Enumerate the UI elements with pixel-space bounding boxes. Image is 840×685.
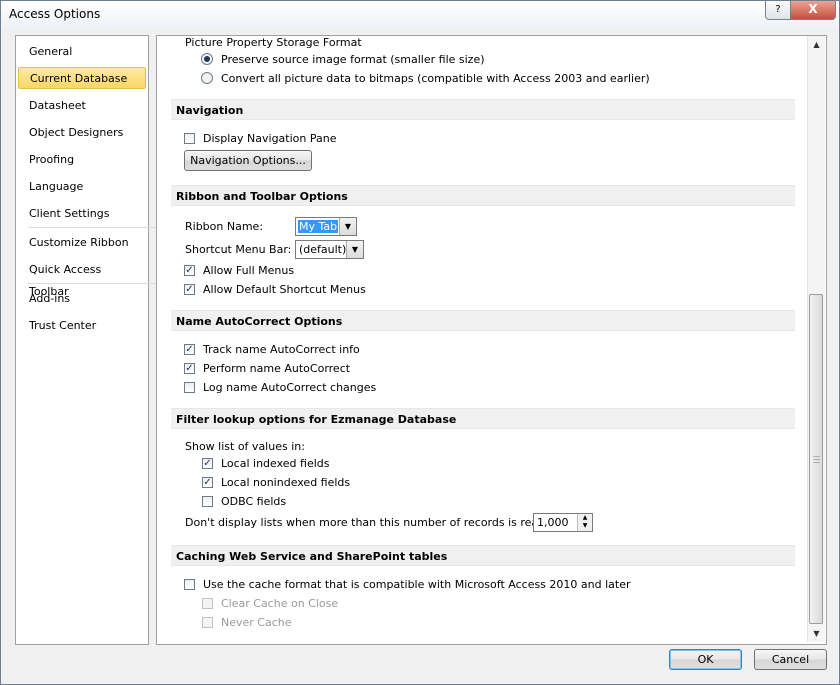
- help-button[interactable]: ?: [765, 1, 791, 20]
- access-options-dialog: Access Options ? X General Current Datab…: [0, 0, 840, 685]
- ribbon-name-combo[interactable]: My Tab ▼: [295, 217, 357, 236]
- records-limit-value: 1,000: [537, 516, 569, 529]
- use-cache-format-label: Use the cache format that is compatible …: [203, 578, 631, 591]
- spin-down-icon[interactable]: ▼: [583, 522, 588, 529]
- radio-convert-bitmaps[interactable]: [201, 72, 213, 84]
- scrollbar-thumb[interactable]: — — —: [809, 294, 823, 624]
- nav-separator: [28, 283, 156, 284]
- spinner-arrows[interactable]: ▲ ▼: [577, 514, 592, 531]
- perform-autocorrect-label: Perform name AutoCorrect: [203, 362, 351, 375]
- odbc-fields-label: ODBC fields: [221, 495, 287, 508]
- local-indexed-checkbox[interactable]: ✓: [202, 458, 213, 469]
- local-nonindexed-checkbox[interactable]: ✓: [202, 477, 213, 488]
- never-cache-label: Never Cache: [221, 616, 292, 629]
- grip-icon: — — —: [813, 452, 820, 466]
- radio-preserve-format[interactable]: [201, 53, 213, 65]
- local-nonindexed-label: Local nonindexed fields: [221, 476, 351, 489]
- spin-up-icon[interactable]: ▲: [583, 514, 588, 521]
- section-ribbon-header: Ribbon and Toolbar Options: [171, 185, 795, 206]
- display-navigation-pane-label: Display Navigation Pane: [203, 132, 337, 145]
- shortcut-menu-bar-combo[interactable]: (default) ▼: [295, 240, 364, 259]
- nav-item-client-settings[interactable]: Client Settings: [18, 203, 144, 225]
- show-list-label: Show list of values in:: [185, 440, 305, 453]
- navigation-options-button[interactable]: Navigation Options...: [184, 150, 312, 171]
- display-navigation-pane-checkbox[interactable]: [184, 133, 195, 144]
- ok-button[interactable]: OK: [669, 649, 742, 670]
- log-autocorrect-checkbox[interactable]: [184, 382, 195, 393]
- window-title: Access Options: [9, 7, 101, 21]
- nav-item-language[interactable]: Language: [18, 176, 144, 198]
- shortcut-menu-bar-value: (default): [299, 243, 347, 256]
- records-limit-spinner[interactable]: 1,000 ▲ ▼: [533, 513, 593, 532]
- allow-full-menus-label: Allow Full Menus: [203, 264, 295, 277]
- use-cache-format-checkbox[interactable]: [184, 579, 195, 590]
- ribbon-name-label: Ribbon Name:: [185, 220, 264, 233]
- chevron-down-icon[interactable]: ▼: [346, 241, 363, 258]
- nav-separator: [28, 227, 156, 228]
- clear-cache-checkbox[interactable]: [202, 598, 213, 609]
- perform-autocorrect-checkbox[interactable]: ✓: [184, 363, 195, 374]
- track-autocorrect-checkbox[interactable]: ✓: [184, 344, 195, 355]
- nav-item-current-database[interactable]: Current Database: [18, 67, 146, 89]
- picture-storage-heading: Picture Property Storage Format: [185, 36, 362, 49]
- clear-cache-label: Clear Cache on Close: [221, 597, 339, 610]
- radio-selected-dot: [204, 56, 210, 62]
- nav-item-object-designers[interactable]: Object Designers: [18, 122, 144, 144]
- section-autocorrect-header: Name AutoCorrect Options: [171, 310, 795, 331]
- shortcut-menu-bar-label: Shortcut Menu Bar:: [185, 243, 292, 256]
- cancel-button[interactable]: Cancel: [754, 649, 827, 670]
- nav-item-datasheet[interactable]: Datasheet: [18, 95, 144, 117]
- allow-default-shortcut-checkbox[interactable]: ✓: [184, 284, 195, 295]
- scroll-down-icon[interactable]: ▼: [808, 625, 825, 642]
- nav-item-customize-ribbon[interactable]: Customize Ribbon: [18, 232, 144, 254]
- allow-default-shortcut-label: Allow Default Shortcut Menus: [203, 283, 366, 296]
- title-bar: Access Options ? X: [1, 1, 839, 29]
- ribbon-name-value: My Tab: [298, 220, 339, 233]
- content-scrollbar[interactable]: ▲ — — — ▼: [807, 36, 825, 642]
- close-button[interactable]: X: [790, 1, 836, 20]
- odbc-fields-checkbox[interactable]: [202, 496, 213, 507]
- section-caching-header: Caching Web Service and SharePoint table…: [171, 545, 795, 566]
- nav-item-general[interactable]: General: [18, 41, 144, 63]
- nav-item-proofing[interactable]: Proofing: [18, 149, 144, 171]
- options-content: Picture Property Storage Format Preserve…: [156, 35, 827, 645]
- nav-item-add-ins[interactable]: Add-ins: [18, 288, 144, 310]
- allow-full-menus-checkbox[interactable]: ✓: [184, 265, 195, 276]
- chevron-down-icon[interactable]: ▼: [339, 218, 356, 235]
- log-autocorrect-label: Log name AutoCorrect changes: [203, 381, 377, 394]
- radio-convert-bitmaps-label: Convert all picture data to bitmaps (com…: [221, 72, 650, 85]
- local-indexed-label: Local indexed fields: [221, 457, 330, 470]
- nav-item-trust-center[interactable]: Trust Center: [18, 315, 144, 337]
- radio-preserve-format-label: Preserve source image format (smaller fi…: [221, 53, 485, 66]
- never-cache-checkbox[interactable]: [202, 617, 213, 628]
- options-nav: General Current Database Datasheet Objec…: [15, 35, 156, 645]
- records-limit-label: Don't display lists when more than this …: [185, 516, 549, 529]
- section-navigation-header: Navigation: [171, 99, 795, 120]
- track-autocorrect-label: Track name AutoCorrect info: [203, 343, 360, 356]
- scroll-up-icon[interactable]: ▲: [808, 36, 825, 53]
- section-filter-header: Filter lookup options for Ezmanage Datab…: [171, 408, 795, 429]
- nav-item-quick-access-toolbar[interactable]: Quick Access Toolbar: [18, 259, 144, 298]
